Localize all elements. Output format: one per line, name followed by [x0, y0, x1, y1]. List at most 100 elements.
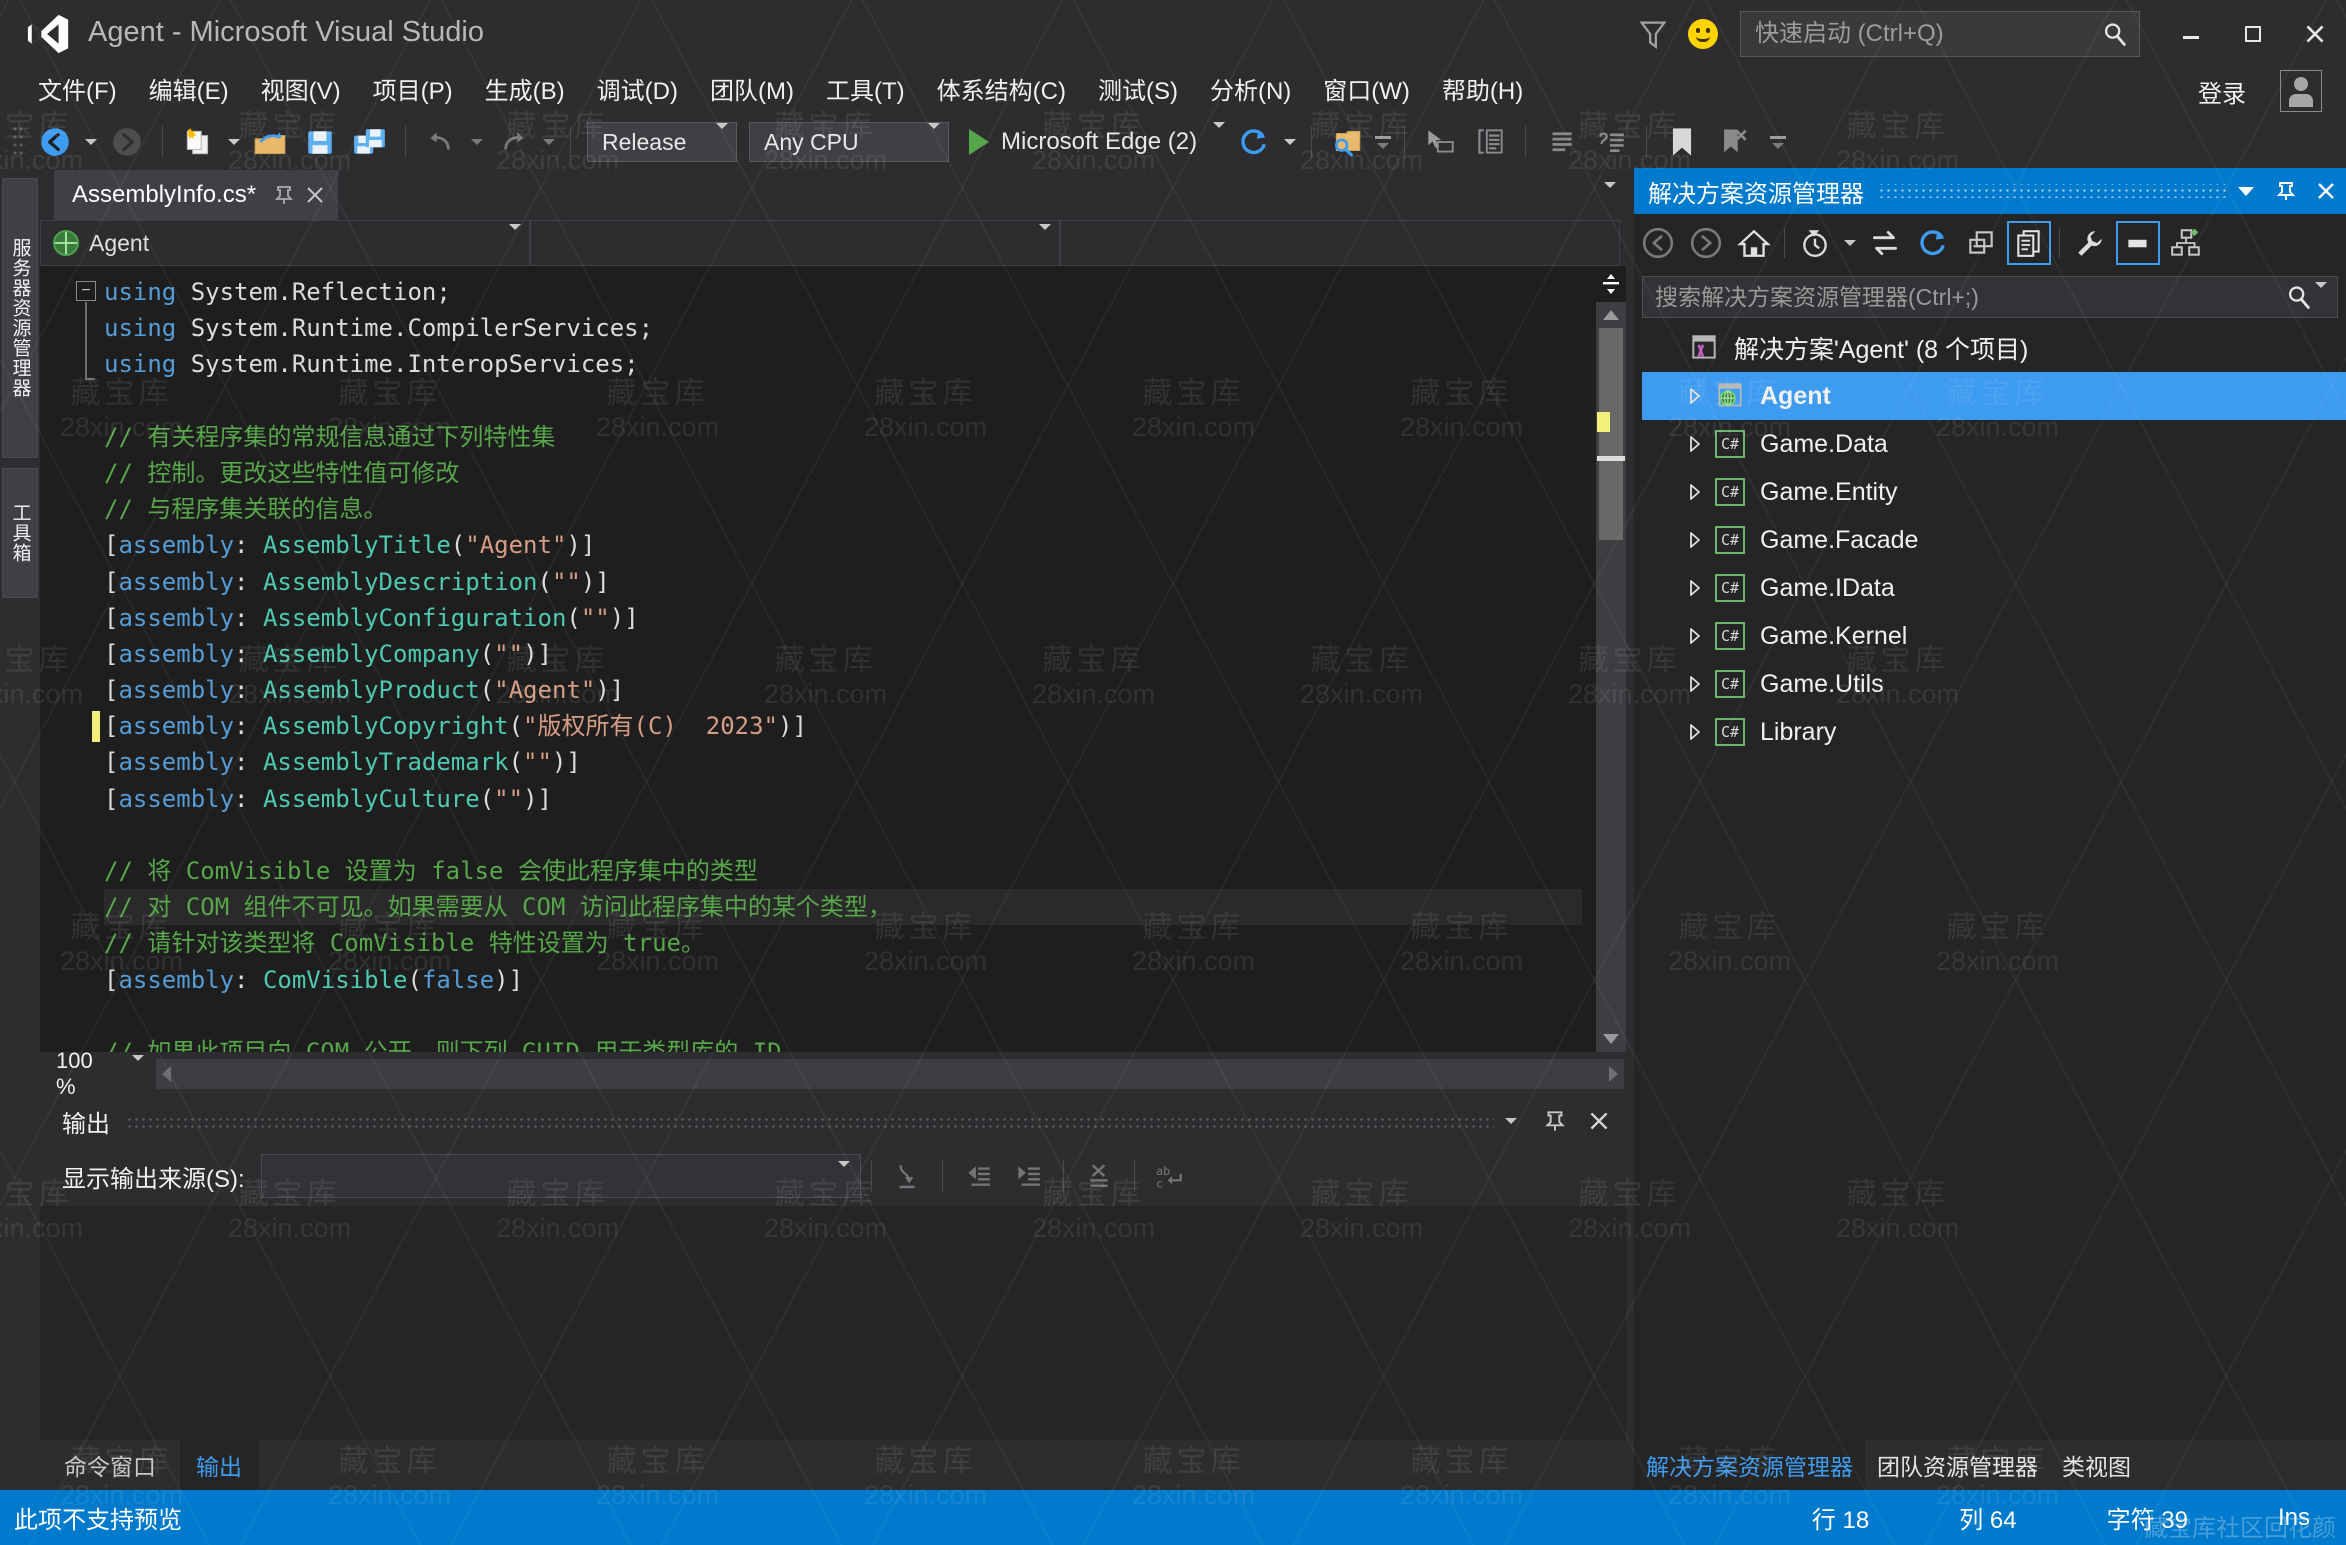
- tab-team-explorer[interactable]: 团队资源管理器: [1865, 1440, 2050, 1490]
- drag-handle[interactable]: [126, 1114, 1494, 1128]
- expander-chevron-icon[interactable]: [1678, 483, 1712, 501]
- menu-item-tools[interactable]: 工具(T): [810, 65, 921, 112]
- editor-vertical-scrollbar[interactable]: [1596, 266, 1626, 1052]
- save-all-icon[interactable]: [347, 120, 393, 164]
- menu-item-analyze[interactable]: 分析(N): [1194, 65, 1307, 112]
- refresh-icon[interactable]: [1231, 120, 1277, 164]
- menu-item-team[interactable]: 团队(M): [694, 65, 810, 112]
- maximize-button[interactable]: [2222, 0, 2284, 68]
- refresh-dropdown[interactable]: [1279, 120, 1301, 164]
- navbar-project-combo[interactable]: Agent: [40, 220, 530, 266]
- navigate-back-dropdown[interactable]: [80, 120, 102, 164]
- split-view-button[interactable]: [1596, 266, 1626, 302]
- editor-tab-assemblyinfo[interactable]: AssemblyInfo.cs*: [54, 170, 339, 220]
- find-dropdown[interactable]: [1372, 120, 1394, 164]
- solution-configuration-combo[interactable]: Release: [587, 122, 737, 162]
- scroll-right-arrow-icon[interactable]: [1606, 1065, 1620, 1083]
- expander-chevron-icon[interactable]: [1678, 435, 1712, 453]
- navigate-back-icon[interactable]: [32, 120, 78, 164]
- expander-chevron-icon[interactable]: [1678, 675, 1712, 693]
- drag-handle[interactable]: [1878, 184, 2226, 198]
- tree-item-game.kernel[interactable]: C# Game.Kernel: [1642, 612, 2346, 660]
- close-icon[interactable]: [2306, 168, 2346, 214]
- expander-chevron-icon[interactable]: [1678, 579, 1712, 597]
- tab-solution-explorer[interactable]: 解决方案资源管理器: [1634, 1440, 1865, 1490]
- tree-item-library[interactable]: C# Library: [1642, 708, 2346, 756]
- tab-command-window[interactable]: 命令窗口: [48, 1440, 172, 1490]
- menu-item-edit[interactable]: 编辑(E): [133, 65, 245, 112]
- new-project-icon[interactable]: [175, 120, 221, 164]
- expander-chevron-icon[interactable]: [1678, 723, 1712, 741]
- chevron-down-icon[interactable]: [132, 1055, 144, 1087]
- feedback-smiley-icon[interactable]: [1688, 19, 1718, 49]
- toolbar-grip[interactable]: [12, 125, 26, 159]
- scroll-up-arrow-icon[interactable]: [1601, 308, 1621, 322]
- menu-item-window[interactable]: 窗口(W): [1307, 65, 1426, 112]
- new-project-dropdown[interactable]: [223, 120, 245, 164]
- chevron-down-icon[interactable]: [1021, 223, 1051, 257]
- menu-item-file[interactable]: 文件(F): [22, 65, 133, 112]
- tab-output[interactable]: 输出: [180, 1440, 258, 1490]
- menu-item-build[interactable]: 生成(B): [469, 65, 581, 112]
- code-text[interactable]: using System.Reflection; using System.Run…: [104, 274, 1582, 1052]
- pin-icon[interactable]: [272, 183, 296, 207]
- chevron-down-icon[interactable]: [2226, 168, 2266, 214]
- menu-item-help[interactable]: 帮助(H): [1426, 65, 1539, 112]
- menu-item-debug[interactable]: 调试(D): [581, 65, 694, 112]
- scroll-down-arrow-icon[interactable]: [1601, 1032, 1621, 1046]
- output-source-combo[interactable]: [260, 1154, 861, 1198]
- solution-platform-combo[interactable]: Any CPU: [749, 122, 949, 162]
- sync-with-active-document-icon[interactable]: [1863, 221, 1907, 265]
- zoom-level-combo[interactable]: 100 %: [48, 1048, 144, 1099]
- collapse-all-icon[interactable]: [1959, 221, 2003, 265]
- properties-icon[interactable]: [2068, 221, 2112, 265]
- bookmark-icon[interactable]: [1659, 120, 1705, 164]
- start-debugging-button[interactable]: Microsoft Edge (2): [969, 122, 1226, 156]
- show-all-files-icon[interactable]: [2007, 221, 2051, 265]
- solution-tree[interactable]: 解决方案'Agent' (8 个项目) Agent C# Game.Data C# Gam…: [1642, 324, 2346, 1440]
- editor-horizontal-scrollbar[interactable]: [156, 1059, 1624, 1089]
- code-editor-surface[interactable]: using System.Reflection; using System.Run…: [40, 266, 1626, 1052]
- menu-item-test[interactable]: 测试(S): [1082, 65, 1194, 112]
- tree-item-game.facade[interactable]: C# Game.Facade: [1642, 516, 2346, 564]
- chevron-down-icon[interactable]: [716, 122, 728, 156]
- quick-launch-input[interactable]: [1755, 20, 2101, 48]
- tree-item-agent[interactable]: Agent: [1642, 372, 2346, 420]
- tab-class-view[interactable]: 类视图: [2050, 1440, 2143, 1490]
- pin-icon[interactable]: [2266, 168, 2306, 214]
- preview-selected-items-icon[interactable]: [2116, 221, 2160, 265]
- close-icon[interactable]: [1582, 1104, 1616, 1138]
- menu-item-project[interactable]: 项目(P): [357, 65, 469, 112]
- window-dropdown-icon[interactable]: [1494, 1104, 1528, 1138]
- pin-icon[interactable]: [1538, 1104, 1572, 1138]
- save-icon[interactable]: [297, 120, 343, 164]
- chevron-down-icon[interactable]: [491, 223, 521, 257]
- tree-item-game.entity[interactable]: C# Game.Entity: [1642, 468, 2346, 516]
- view-class-diagram-icon[interactable]: [2164, 221, 2208, 265]
- search-icon[interactable]: [2101, 20, 2129, 48]
- close-icon[interactable]: [302, 182, 328, 208]
- menu-item-architecture[interactable]: 体系结构(C): [921, 65, 1082, 112]
- account-icon[interactable]: [2280, 70, 2322, 112]
- sidebar-tab-server-explorer[interactable]: 服务器资源管理器: [2, 178, 38, 458]
- output-pane-body[interactable]: [40, 1206, 1626, 1440]
- chevron-down-icon[interactable]: [2315, 282, 2327, 306]
- tree-item-game.utils[interactable]: C# Game.Utils: [1642, 660, 2346, 708]
- tree-item-game.data[interactable]: C# Game.Data: [1642, 420, 2346, 468]
- search-input[interactable]: [1643, 283, 2285, 311]
- minimize-button[interactable]: [2160, 0, 2222, 68]
- tree-item-agent8[interactable]: 解决方案'Agent' (8 个项目): [1642, 324, 2346, 372]
- filter-dropdown[interactable]: [1839, 221, 1861, 265]
- expander-chevron-icon[interactable]: [1678, 387, 1712, 405]
- chevron-down-icon[interactable]: [837, 1161, 850, 1185]
- home-icon[interactable]: [1732, 221, 1776, 265]
- pending-changes-filter-icon[interactable]: [1793, 221, 1837, 265]
- quick-launch-box[interactable]: [1740, 11, 2140, 57]
- fold-collapse-icon[interactable]: −: [76, 281, 96, 301]
- toolbar-overflow-button[interactable]: [1767, 120, 1789, 164]
- sidebar-tab-toolbox[interactable]: 工具箱: [2, 468, 38, 598]
- refresh-icon[interactable]: [1911, 221, 1955, 265]
- menu-item-view[interactable]: 视图(V): [245, 65, 357, 112]
- solution-explorer-search[interactable]: [1642, 276, 2338, 318]
- chevron-down-icon[interactable]: [1213, 122, 1226, 156]
